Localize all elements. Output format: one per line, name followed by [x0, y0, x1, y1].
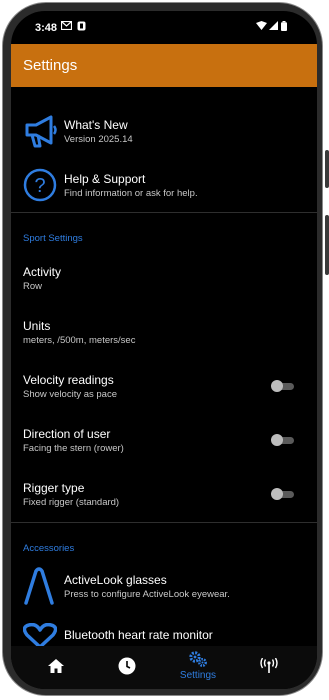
nav-settings[interactable]: Settings — [168, 646, 228, 689]
rigger-type-subtitle: Fixed rigger (standard) — [23, 497, 120, 508]
bottom-navigation: Settings — [11, 646, 317, 689]
phone-device: 3:48 Settings What's New Version 2025.14… — [0, 0, 329, 700]
toggle-thumb — [271, 380, 283, 392]
nav-home[interactable] — [26, 646, 86, 689]
units-title: Units — [23, 319, 51, 333]
nfc-icon — [77, 21, 86, 34]
nav-settings-label: Settings — [179, 670, 217, 681]
section-title-sport-settings: Sport Settings — [23, 233, 83, 244]
antenna-icon — [260, 657, 278, 679]
whats-new-version: Version 2025.14 — [64, 134, 133, 145]
list-item-activity[interactable]: Activity Row — [11, 261, 317, 301]
toggle-thumb — [271, 488, 283, 500]
toggle-thumb — [271, 434, 283, 446]
home-icon — [48, 659, 64, 678]
list-item-activelook-glasses[interactable]: ActiveLook glasses Press to configure Ac… — [11, 567, 317, 607]
screen: 3:48 Settings What's New Version 2025.14… — [11, 11, 317, 689]
units-value: meters, /500m, meters/sec — [23, 335, 136, 346]
list-item-rigger-type[interactable]: Rigger type Fixed rigger (standard) — [11, 477, 317, 517]
activelook-icon — [23, 567, 55, 610]
list-item-heart-rate-monitor[interactable]: Bluetooth heart rate monitor — [11, 621, 317, 649]
divider — [11, 522, 317, 523]
gmail-icon — [60, 20, 73, 33]
whats-new-title: What's New — [64, 118, 128, 132]
direction-of-user-toggle[interactable] — [271, 434, 295, 446]
direction-of-user-subtitle: Facing the stern (rower) — [23, 443, 124, 454]
list-item-whats-new[interactable]: What's New Version 2025.14 — [11, 111, 317, 157]
activelook-subtitle: Press to configure ActiveLook eyewear. — [64, 589, 230, 600]
battery-icon — [281, 21, 287, 34]
activity-title: Activity — [23, 265, 62, 279]
nav-devices[interactable] — [239, 646, 299, 689]
list-item-help-support[interactable]: ? Help & Support Find information or ask… — [11, 164, 317, 210]
gears-icon — [189, 651, 207, 672]
direction-of-user-title: Direction of user — [23, 427, 111, 441]
clock-icon — [118, 657, 136, 680]
section-title-accessories: Accessories — [23, 543, 75, 554]
rigger-type-title: Rigger type — [23, 481, 85, 495]
velocity-readings-title: Velocity readings — [23, 373, 114, 387]
activelook-title: ActiveLook glasses — [64, 573, 167, 587]
velocity-readings-toggle[interactable] — [271, 380, 295, 392]
list-item-velocity-readings[interactable]: Velocity readings Show velocity as pace — [11, 369, 317, 409]
velocity-readings-subtitle: Show velocity as pace — [23, 389, 117, 400]
wifi-icon — [256, 21, 267, 33]
list-item-direction-of-user[interactable]: Direction of user Facing the stern (rowe… — [11, 423, 317, 463]
help-support-subtitle: Find information or ask for help. — [64, 188, 198, 199]
signal-icon — [269, 21, 278, 33]
help-support-title: Help & Support — [64, 172, 146, 186]
volume-button — [325, 150, 329, 188]
megaphone-icon — [23, 113, 59, 154]
power-button — [325, 215, 329, 275]
svg-text:?: ? — [34, 175, 45, 197]
app-bar: Settings — [11, 44, 317, 87]
activity-value: Row — [23, 281, 43, 292]
status-bar: 3:48 — [11, 11, 317, 45]
rigger-type-toggle[interactable] — [271, 488, 295, 500]
status-time: 3:48 — [35, 22, 58, 34]
page-title: Settings — [23, 57, 78, 74]
list-item-units[interactable]: Units meters, /500m, meters/sec — [11, 315, 317, 355]
divider — [11, 212, 317, 213]
nav-history[interactable] — [97, 646, 157, 689]
help-icon: ? — [23, 167, 59, 208]
heart-rate-monitor-title: Bluetooth heart rate monitor — [64, 628, 213, 642]
